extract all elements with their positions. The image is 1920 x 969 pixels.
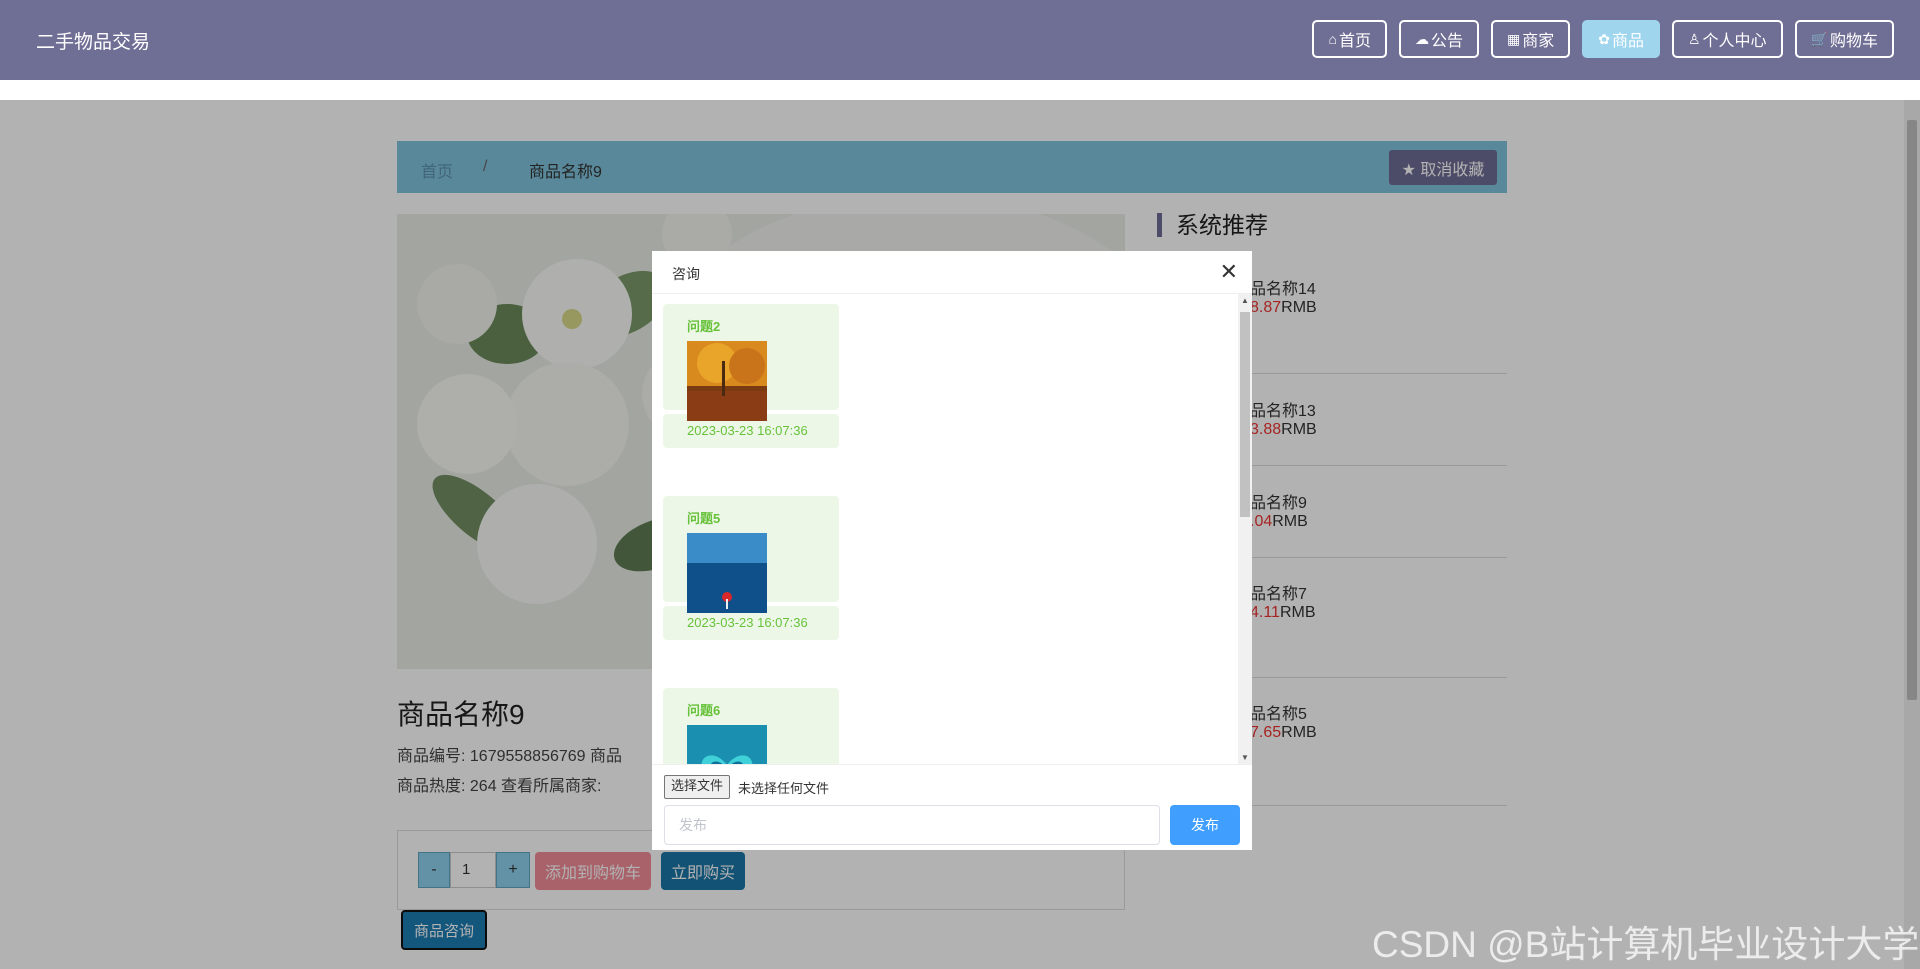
scroll-down-icon[interactable]: ▼ — [1241, 753, 1249, 762]
nav-notice-button[interactable]: ☁ 公告 — [1398, 20, 1479, 58]
message-bubble: 问题2 — [663, 304, 839, 421]
choose-file-button[interactable]: 选择文件 — [664, 775, 731, 799]
close-icon[interactable]: ✕ — [1220, 259, 1238, 285]
nav-goods-label: 商品 — [1611, 33, 1644, 50]
message-bubble: 问题5 — [663, 496, 839, 613]
grid-icon: ▦ — [1506, 30, 1521, 47]
nav-profile-button[interactable]: ♙ 个人中心 — [1671, 20, 1783, 58]
main-nav: ⌂ 首页 ☁ 公告 ▦ 商家 ✿ 商品 ♙ 个人中心 🛒 购物车 — [1312, 20, 1894, 58]
message-image — [687, 533, 767, 613]
nav-home-button[interactable]: ⌂ 首页 — [1312, 20, 1387, 58]
nav-merchant-button[interactable]: ▦ 商家 — [1490, 20, 1571, 58]
home-icon: ⌂ — [1328, 31, 1337, 47]
message-list: 问题2 2023-03-23 16:07:36 问题5 2023-03-23 1… — [652, 294, 1252, 764]
message-item: 问题2 2023-03-23 16:07:36 — [663, 304, 839, 448]
watermark: CSDN @B站计算机毕业设计大学 — [1372, 924, 1920, 965]
message-item: 问题5 2023-03-23 16:07:36 — [663, 496, 839, 640]
nav-notice-label: 公告 — [1430, 33, 1463, 50]
nav-goods-button[interactable]: ✿ 商品 — [1582, 20, 1660, 58]
dialog-title: 咨询 — [672, 266, 700, 282]
message-bubble: 问题6 — [663, 688, 839, 764]
nav-cart-label: 购物车 — [1829, 33, 1878, 50]
message-question: 问题2 — [687, 319, 721, 334]
top-navbar: 二手物品交易 ⌂ 首页 ☁ 公告 ▦ 商家 ✿ 商品 ♙ 个人中心 🛒 购物车 — [0, 0, 1920, 80]
message-image — [687, 341, 767, 421]
cart-icon: 🛒 — [1810, 30, 1828, 47]
message-image — [687, 725, 767, 764]
nav-spacer — [0, 80, 1920, 100]
file-status: 未选择任何文件 — [738, 781, 830, 796]
message-question: 问题5 — [687, 511, 721, 526]
scroll-up-icon[interactable]: ▲ — [1241, 296, 1249, 305]
notice-icon: ☁ — [1414, 30, 1429, 47]
nav-cart-button[interactable]: 🛒 购物车 — [1794, 20, 1894, 58]
message-time: 2023-03-23 16:07:36 — [663, 606, 839, 640]
submit-button[interactable]: 发布 — [1170, 805, 1240, 845]
message-item: 问题6 — [663, 688, 839, 764]
nav-merchant-label: 商家 — [1522, 33, 1555, 50]
nav-home-label: 首页 — [1338, 33, 1371, 50]
nav-profile-label: 个人中心 — [1702, 33, 1767, 50]
dialog-footer: 选择文件 未选择任何文件 发布 — [652, 764, 1252, 851]
dialog-scrollbar[interactable]: ▲ ▼ — [1238, 294, 1252, 764]
message-time: 2023-03-23 16:07:36 — [663, 414, 839, 448]
user-icon: ♙ — [1687, 30, 1701, 47]
site-title: 二手物品交易 — [36, 32, 151, 53]
message-question: 问题6 — [687, 703, 721, 718]
flower-icon: ✿ — [1598, 30, 1610, 47]
message-input[interactable] — [664, 805, 1160, 845]
consult-dialog: 咨询 ✕ 问题2 2023-03-23 16:07:36 问题5 2023-03… — [652, 251, 1252, 850]
dialog-scrollbar-thumb[interactable] — [1240, 312, 1250, 517]
dialog-header: 咨询 ✕ — [652, 251, 1252, 294]
